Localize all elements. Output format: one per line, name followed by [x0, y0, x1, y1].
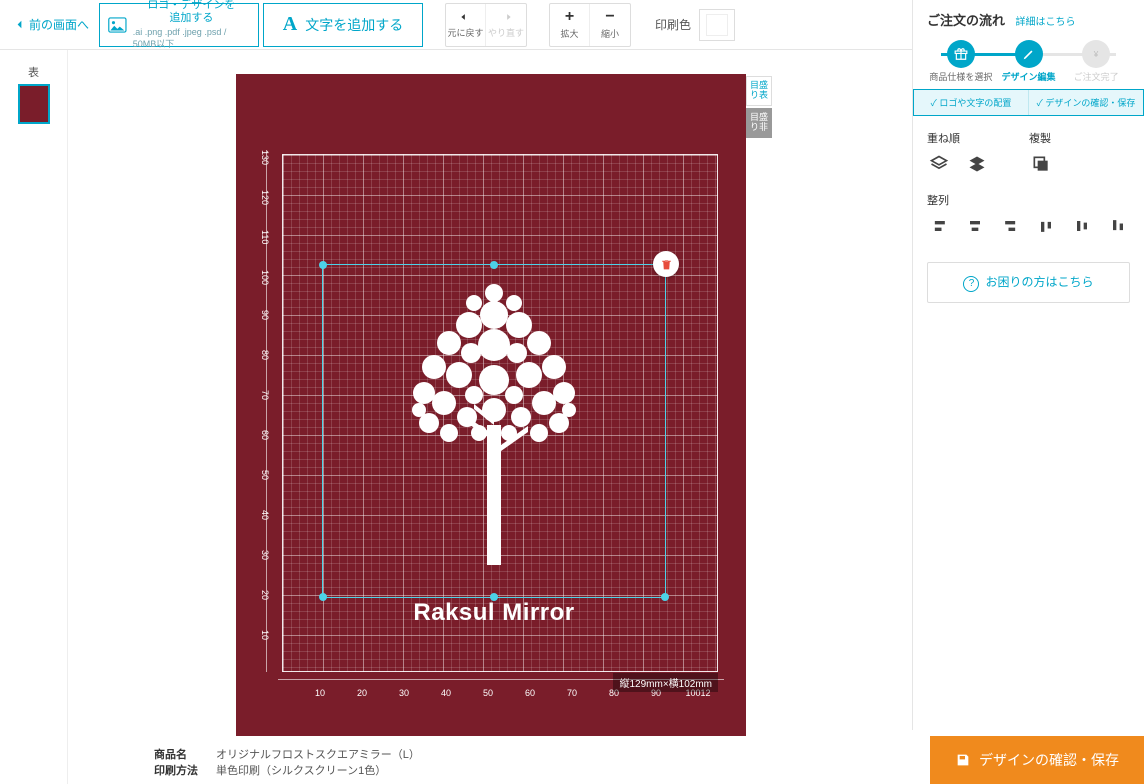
help-button[interactable]: お困りの方はこちら [927, 262, 1130, 303]
canvas-area: 目盛り表 目盛り非 130120110100908070605040302010… [68, 50, 912, 784]
layer-up-button[interactable] [965, 152, 989, 176]
text-icon: A [283, 13, 297, 36]
delete-button[interactable] [653, 251, 679, 277]
svg-text:¥: ¥ [1093, 50, 1099, 59]
subtab-placement[interactable]: ロゴや文字の配置 [914, 90, 1029, 115]
add-text-label: 文字を追加する [305, 15, 403, 35]
back-link[interactable]: 前の画面へ [4, 16, 95, 33]
undo-icon [459, 10, 473, 24]
redo-button: やり直す [486, 4, 526, 46]
align-right-button[interactable] [999, 214, 1023, 238]
ruler-vertical: 130120110100908070605040302010 [248, 150, 270, 672]
undo-button[interactable]: 元に戻す [446, 4, 486, 46]
print-method: 単色印刷（シルクスクリーン1色） [216, 762, 386, 778]
right-panel: ご注文の流れ 詳細はこちら 商品仕様を選択 デザイン編集 ¥ ご注文完了 ロゴや… [912, 0, 1144, 730]
add-logo-hint: .ai .png .pdf .jpeg .psd / 50MB以下 [133, 27, 250, 50]
back-label: 前の画面へ [29, 16, 89, 33]
layer-up-icon [967, 154, 987, 174]
align-center-h-button[interactable] [963, 214, 987, 238]
align-left-button[interactable] [927, 214, 951, 238]
align-left-icon [929, 216, 949, 236]
layer-down-icon [929, 154, 949, 174]
design-subtabs: ロゴや文字の配置 デザインの確認・保存 [913, 89, 1144, 116]
order-stepper: 商品仕様を選択 デザイン編集 ¥ ご注文完了 [927, 40, 1130, 83]
duplicate-button[interactable] [1029, 152, 1053, 176]
artwork-text[interactable]: Raksul Mirror [323, 599, 665, 627]
design-canvas[interactable]: 目盛り表 目盛り非 130120110100908070605040302010… [236, 74, 746, 736]
dimensions-badge: 縦129mm×横102mm [613, 673, 718, 692]
yen-icon: ¥ [1089, 47, 1103, 61]
resize-handle[interactable] [490, 261, 498, 269]
step-1[interactable]: 商品仕様を選択 [927, 40, 995, 83]
image-icon [108, 16, 127, 34]
print-color-label: 印刷色 [655, 16, 691, 33]
align-top-button[interactable] [1034, 214, 1058, 238]
zoom-group: +拡大 −縮小 [549, 3, 631, 47]
save-label: デザインの確認・保存 [979, 750, 1119, 770]
pencil-icon [1022, 47, 1036, 61]
flow-detail-link[interactable]: 詳細はこちら [1015, 17, 1075, 28]
resize-handle[interactable] [319, 261, 327, 269]
chevron-left-icon [12, 17, 27, 32]
redo-icon [499, 10, 513, 24]
selection-box[interactable]: Raksul Mirror [322, 264, 666, 598]
align-center-h-icon [965, 216, 985, 236]
align-center-v-button[interactable] [1070, 214, 1094, 238]
align-center-v-icon [1072, 216, 1092, 236]
zoom-in-button[interactable]: +拡大 [550, 4, 590, 46]
page-thumbnails: 表 [0, 50, 68, 784]
align-label: 整列 [927, 192, 1130, 208]
product-name: オリジナルフロストスクエアミラー（L） [216, 746, 420, 762]
zoom-out-button[interactable]: −縮小 [590, 4, 630, 46]
flow-title: ご注文の流れ [927, 10, 1005, 29]
history-group: 元に戻す やり直す [445, 3, 527, 47]
save-design-button[interactable]: デザインの確認・保存 [930, 736, 1144, 784]
add-logo-button[interactable]: ロゴ・デザインを追加する .ai .png .pdf .jpeg .psd / … [99, 3, 259, 47]
align-top-icon [1036, 216, 1056, 236]
print-color-picker: 印刷色 [655, 9, 735, 41]
layer-order-label: 重ね順 [927, 130, 989, 146]
artwork-tree[interactable] [379, 275, 609, 580]
duplicate-label: 複製 [1029, 130, 1053, 146]
add-text-button[interactable]: A 文字を追加する [263, 3, 423, 47]
step-2[interactable]: デザイン編集 [995, 40, 1063, 83]
ruler-hide-button[interactable]: 目盛り非 [746, 108, 772, 138]
color-swatch[interactable] [699, 9, 735, 41]
align-bottom-icon [1108, 216, 1128, 236]
thumb-label: 表 [0, 64, 67, 80]
align-right-icon [1001, 216, 1021, 236]
step-3: ¥ ご注文完了 [1062, 40, 1130, 83]
layer-down-button[interactable] [927, 152, 951, 176]
copy-icon [1031, 154, 1051, 174]
align-bottom-button[interactable] [1106, 214, 1130, 238]
gift-icon [954, 47, 968, 61]
thumb-front[interactable] [18, 84, 50, 124]
save-icon [955, 752, 971, 768]
ruler-toggle: 目盛り表 目盛り非 [746, 76, 772, 140]
trash-icon [660, 258, 673, 271]
ruler-show-button[interactable]: 目盛り表 [746, 76, 772, 106]
product-meta: 商品名オリジナルフロストスクエアミラー（L） 印刷方法単色印刷（シルクスクリーン… [154, 746, 420, 778]
subtab-confirm[interactable]: デザインの確認・保存 [1029, 90, 1143, 115]
